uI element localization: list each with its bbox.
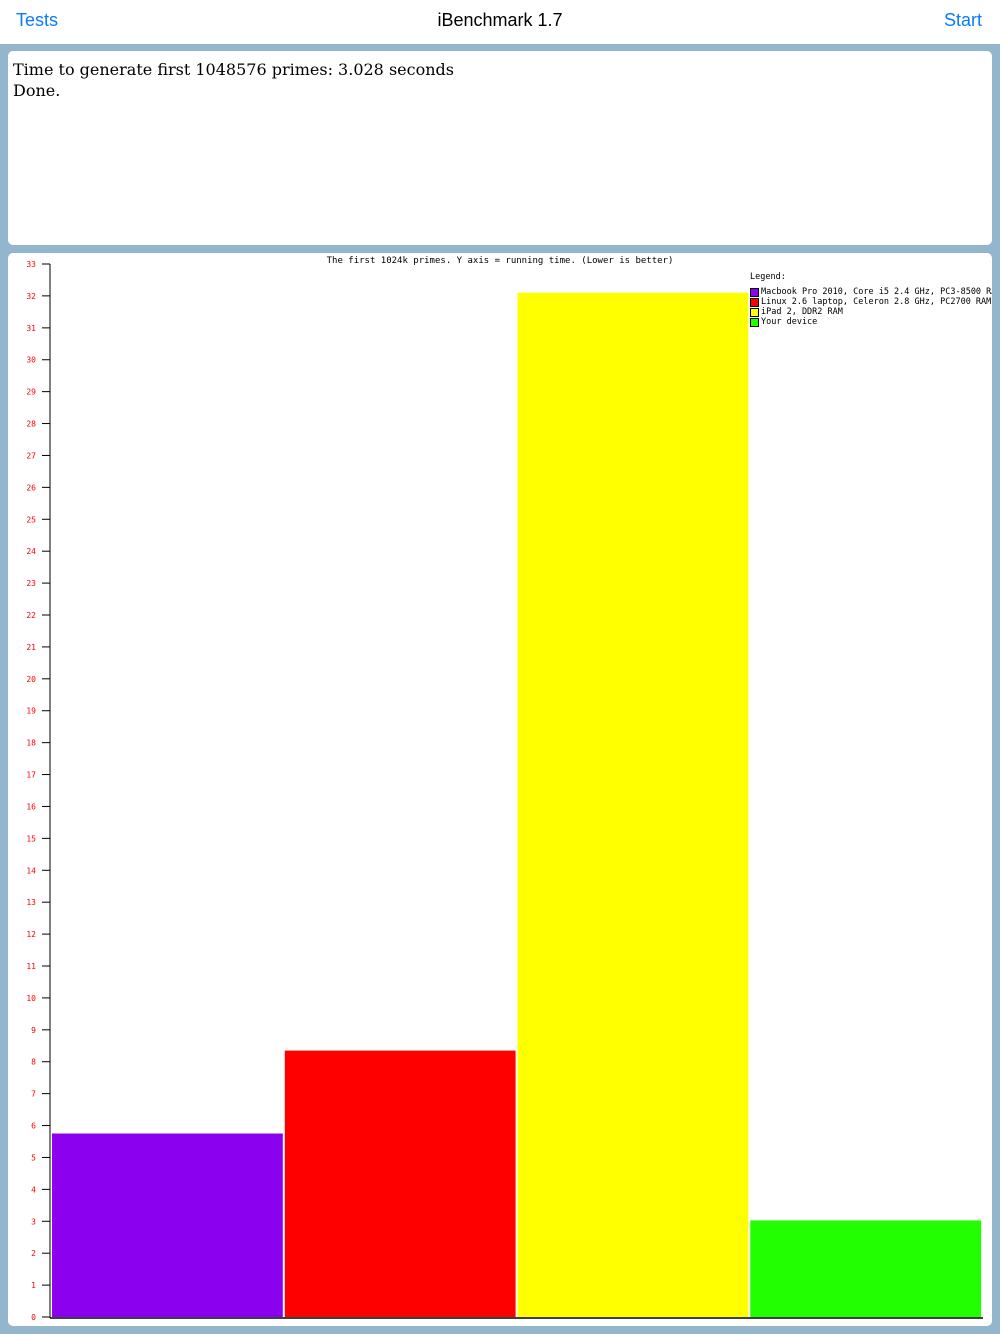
y-tick-label: 30 <box>26 356 36 365</box>
y-tick-label: 3 <box>31 1217 36 1226</box>
legend-label: Linux 2.6 laptop, Celeron 2.8 GHz, PC270… <box>761 297 992 307</box>
legend-item: iPad 2, DDR2 RAM <box>750 307 992 317</box>
y-tick-label: 26 <box>26 483 36 492</box>
y-tick-label: 10 <box>26 994 36 1003</box>
chart-bar <box>517 292 749 1318</box>
chart-legend: Legend: Macbook Pro 2010, Core i5 2.4 GH… <box>750 272 992 327</box>
y-tick-label: 6 <box>31 1122 36 1131</box>
y-tick-label: 25 <box>26 515 36 524</box>
legend-label: Your device <box>761 317 818 327</box>
y-tick-label: 18 <box>26 739 36 748</box>
y-tick-label: 20 <box>26 675 36 684</box>
y-tick-label: 14 <box>26 866 36 875</box>
legend-swatch <box>750 317 759 327</box>
y-tick-label: 28 <box>26 420 36 429</box>
y-tick-label: 27 <box>26 451 36 460</box>
y-tick-label: 5 <box>31 1153 36 1162</box>
start-button[interactable]: Start <box>944 10 982 31</box>
chart-canvas: 0123456789101112131415161718192021222324… <box>26 260 983 1322</box>
y-tick-label: 11 <box>26 962 36 971</box>
y-tick-label: 31 <box>26 324 36 333</box>
result-line: Time to generate first 1048576 primes: 3… <box>13 60 454 79</box>
y-tick-label: 24 <box>26 547 36 556</box>
navigation-bar: Tests iBenchmark 1.7 Start <box>0 0 1000 44</box>
benchmark-chart: 0 1 2 3 4 5 6 7 8 9 10 11 12 13 14 15 16 17 18 19 20 21 22 23 24… <box>8 253 992 1326</box>
app-title: iBenchmark 1.7 <box>437 10 563 30</box>
y-tick-label: 12 <box>26 930 36 939</box>
y-tick-label: 1 <box>31 1281 36 1290</box>
y-tick-label: 19 <box>26 707 36 716</box>
y-tick-label: 4 <box>31 1185 36 1194</box>
y-tick-label: 21 <box>26 643 36 652</box>
y-tick-label: 7 <box>31 1090 36 1099</box>
y-tick-label: 22 <box>26 611 36 620</box>
legend-item: Macbook Pro 2010, Core i5 2.4 GHz, PC3-8… <box>750 287 992 297</box>
y-tick-label: 13 <box>26 898 36 907</box>
output-text-area[interactable]: Time to generate first 1048576 primes: 3… <box>8 51 992 245</box>
legend-title: Legend: <box>750 272 786 282</box>
y-tick-label: 17 <box>26 771 36 780</box>
y-tick-label: 23 <box>26 579 36 588</box>
legend-label: Macbook Pro 2010, Core i5 2.4 GHz, PC3-8… <box>761 287 992 297</box>
legend-item: Your device <box>750 317 992 327</box>
y-tick-label: 2 <box>31 1249 36 1258</box>
status-line: Done. <box>13 81 61 100</box>
legend-swatch <box>750 297 759 307</box>
legend-swatch <box>750 307 759 317</box>
y-tick-label: 8 <box>31 1058 36 1067</box>
y-tick-label: 29 <box>26 388 36 397</box>
y-tick-label: 32 <box>26 292 36 301</box>
legend-swatch <box>750 287 759 297</box>
chart-bar <box>284 1050 516 1317</box>
chart-title: The first 1024k primes. Y axis = running… <box>326 256 674 266</box>
y-tick-label: 15 <box>26 834 36 843</box>
chart-bar <box>52 1133 283 1317</box>
y-tick-label: 16 <box>26 802 36 811</box>
chart-bar <box>750 1220 982 1317</box>
legend-item: Linux 2.6 laptop, Celeron 2.8 GHz, PC270… <box>750 297 992 307</box>
y-tick-label: 9 <box>31 1026 36 1035</box>
y-tick-label: 0 <box>31 1313 36 1322</box>
legend-label: iPad 2, DDR2 RAM <box>761 307 843 317</box>
